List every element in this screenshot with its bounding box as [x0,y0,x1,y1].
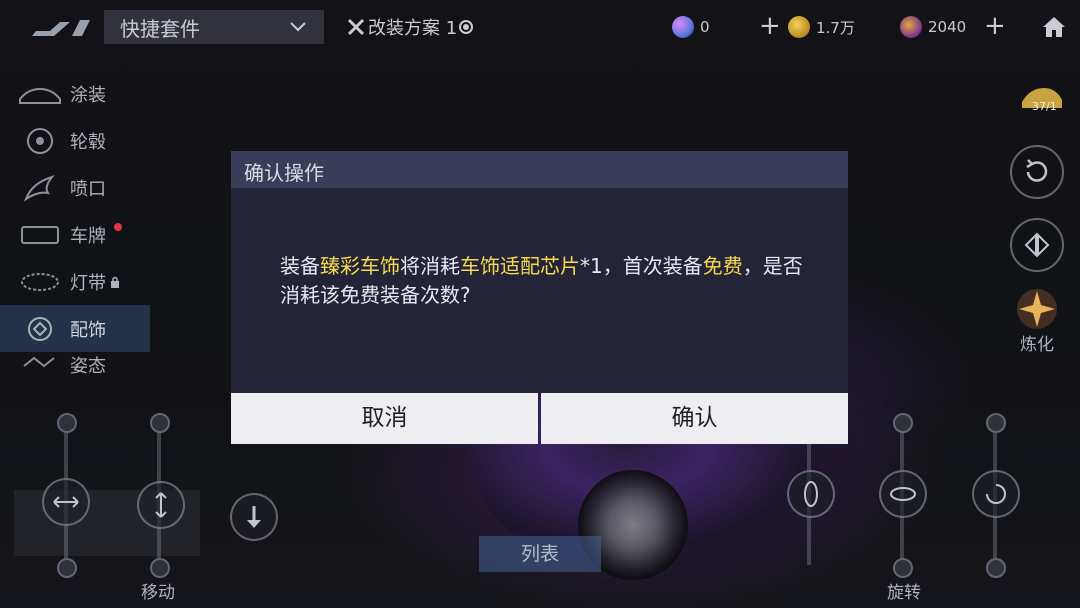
purple-coin-icon [900,16,922,38]
rotate-y-icon [890,487,916,501]
currency-star-value: 1.7万 [816,18,855,37]
dialog-title: 确认操作 [244,161,324,185]
menu-item-rims[interactable]: 轮毂 [0,117,150,164]
light-strip-icon [21,272,59,291]
garage-button[interactable]: 37/1 [1018,80,1066,118]
menu-item-label: 喷口 [70,178,106,200]
plan-indicator-icon [459,20,474,34]
dialog-header: 确认操作 [231,151,848,188]
list-button[interactable]: 列表 [479,536,601,572]
cancel-label: 取消 [361,405,408,431]
slider-knob[interactable] [893,558,913,578]
move-vertical-button[interactable] [137,481,185,529]
slider-knob[interactable] [986,413,1006,433]
rotate-label: 旋转 [887,583,921,603]
rotate-icon [1026,159,1048,182]
slider-knob[interactable] [986,558,1006,578]
rotate-x-icon [804,481,818,507]
menu-item-label: 配饰 [70,319,106,341]
move-arrows-icon [53,496,79,508]
menu-item-label: 灯带 [70,272,106,294]
move-label: 移动 [141,583,175,603]
mod-plan-button[interactable]: 改装方案 1 [346,14,474,40]
msg-item-name: 臻彩车饰 [320,254,400,278]
menu-item-label: 车牌 [70,225,106,247]
exhaust-flame-icon [23,174,55,202]
logo-icon [32,20,90,36]
license-plate-icon [21,225,59,244]
refine-label: 炼化 [1020,335,1054,355]
msg-cost-item: 车饰适配芯片 [460,254,580,278]
rim-icon [27,127,53,154]
currency-gem: 0 [672,16,710,38]
confirm-button[interactable]: 确认 [541,393,848,444]
up-down-icon [155,492,167,518]
slider-knob[interactable] [57,413,77,433]
garage-badge: 37/1 [1032,100,1057,113]
list-button-label: 列表 [520,543,559,565]
slider-knob[interactable] [150,413,170,433]
wrench-icon [347,18,365,36]
msg-free: 免费 [702,254,743,278]
move-horizontal-button[interactable] [42,478,90,526]
lock-icon [111,276,119,288]
rotate-y-button[interactable] [879,470,927,518]
mod-plan-label: 改装方案 1 [368,18,458,39]
notification-dot [114,223,122,231]
menu-item-lightstrip[interactable]: 灯带 [0,258,150,305]
dialog-body: 装备臻彩车饰将消耗车饰适配芯片*1，首次装备免费，是否消耗该免费装备次数? [231,188,848,393]
menu-item-exhaust[interactable]: 喷口 [0,164,150,211]
menu-item-label: 涂装 [70,84,106,106]
stance-icon [23,356,55,368]
slider-knob[interactable] [893,413,913,433]
add-purple-button[interactable]: + [984,13,1006,39]
refine-button[interactable]: 炼化 [1012,286,1062,355]
slider-knob[interactable] [57,558,77,578]
slider-knob[interactable] [150,558,170,578]
gem-icon [672,16,694,38]
msg-text: 装备 [280,254,320,278]
currency-purple-value: 2040 [928,18,967,36]
cancel-button[interactable]: 取消 [231,393,538,444]
move-forward-button[interactable] [230,493,278,541]
menu-item-accessories[interactable]: 配饰 [0,305,150,352]
paint-car-icon [19,87,61,104]
dialog-message: 装备臻彩车饰将消耗车饰适配芯片*1，首次装备免费，是否消耗该免费装备次数? [280,252,810,310]
msg-text: 将消耗 [400,254,460,278]
menu-item-label: 姿态 [70,356,106,376]
rotate-z-button[interactable] [972,470,1020,518]
msg-text: *1，首次装备 [580,254,703,278]
rotate-x-button[interactable] [787,470,835,518]
top-bar: 快捷套件 改装方案 1 0 + 1.7万 2040 + [0,0,1080,56]
confirm-dialog: 确认操作 装备臻彩车饰将消耗车饰适配芯片*1，首次装备免费，是否消耗该免费装备次… [231,151,848,444]
confirm-label: 确认 [671,405,718,431]
menu-item-plate[interactable]: 车牌 [0,211,150,258]
home-icon[interactable] [1042,16,1066,38]
down-arrow-icon [247,506,261,528]
spark-icon [1017,289,1057,329]
currency-purple: 2040 [900,16,966,38]
preset-dropdown[interactable]: 快捷套件 [104,10,324,44]
rotate-z-icon [986,484,1006,504]
currency-gem-value: 0 [700,18,710,36]
mirror-button[interactable] [1010,218,1064,272]
add-gem-button[interactable]: + [759,13,781,39]
reset-view-button[interactable] [1010,145,1064,199]
chevron-down-icon [290,22,306,32]
menu-item-paint[interactable]: 涂装 [0,70,150,117]
menu-item-stance[interactable]: 姿态 [0,352,150,376]
category-menu: 涂装 轮毂 喷口 车牌 灯带 配饰 姿态 [0,70,150,376]
preset-label: 快捷套件 [120,16,200,41]
menu-item-label: 轮毂 [70,131,106,153]
currency-star: 1.7万 [788,16,855,38]
mirror-icon [1024,232,1050,258]
star-coin-icon [788,16,810,38]
accessory-icon [28,316,52,341]
